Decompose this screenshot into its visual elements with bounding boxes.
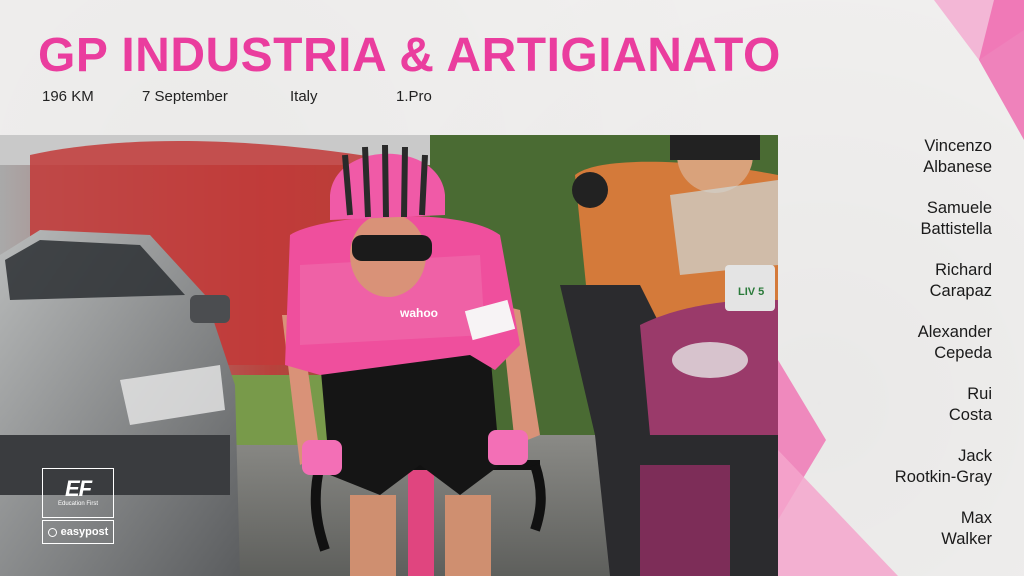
- rider-entry: Rui Costa: [812, 384, 992, 446]
- rider-entry: Max Walker: [812, 508, 992, 570]
- rider-last-name: Carapaz: [929, 282, 992, 300]
- jersey-sponsor-text: wahoo: [399, 306, 438, 320]
- rider-last-name: Costa: [948, 406, 992, 424]
- rider-first-name: Richard: [935, 261, 992, 279]
- rider-first-name: Alexander: [917, 323, 992, 341]
- rider-last-name: Battistella: [920, 220, 992, 238]
- race-date: 7 September: [142, 88, 228, 105]
- race-distance: 196 KM: [42, 88, 94, 105]
- easypost-wordmark: easypost: [60, 526, 109, 538]
- rider-last-name: Rootkin-Gray: [894, 468, 992, 486]
- rider-list: Vincenzo Albanese Samuele Battistella Ri…: [812, 136, 992, 570]
- rider-entry: Alexander Cepeda: [812, 322, 992, 384]
- moto-plate: LIV 5: [738, 286, 764, 298]
- rider-entry: Richard Carapaz: [812, 260, 992, 322]
- pink-triangle-decoration-top: [934, 0, 1024, 140]
- rider-first-name: Max: [960, 509, 992, 527]
- rider-first-name: Vincenzo: [924, 137, 992, 155]
- rider-first-name: Jack: [958, 447, 992, 465]
- rider-entry: Samuele Battistella: [812, 198, 992, 260]
- rider-entry: Vincenzo Albanese: [812, 136, 992, 198]
- easypost-logo: easypost: [42, 520, 114, 544]
- easypost-logo-icon: [47, 527, 57, 537]
- rider-photo: LIV 5 vision wahoo: [0, 135, 778, 576]
- rider-entry: Jack Rootkin-Gray: [812, 446, 992, 508]
- rider-first-name: Rui: [967, 385, 992, 403]
- ef-logo-caption: Education First: [57, 501, 99, 507]
- rider-last-name: Cepeda: [934, 344, 992, 362]
- rider-last-name: Walker: [941, 530, 992, 548]
- rider-last-name: Albanese: [923, 158, 992, 176]
- race-title: GP INDUSTRIA & ARTIGIANATO: [38, 29, 781, 82]
- ef-education-logo: EF Education First: [42, 468, 114, 518]
- rider-first-name: Samuele: [926, 199, 992, 217]
- ef-logo-icon: EF: [64, 476, 92, 501]
- race-country: Italy: [290, 88, 318, 105]
- race-category: 1.Pro: [396, 88, 432, 105]
